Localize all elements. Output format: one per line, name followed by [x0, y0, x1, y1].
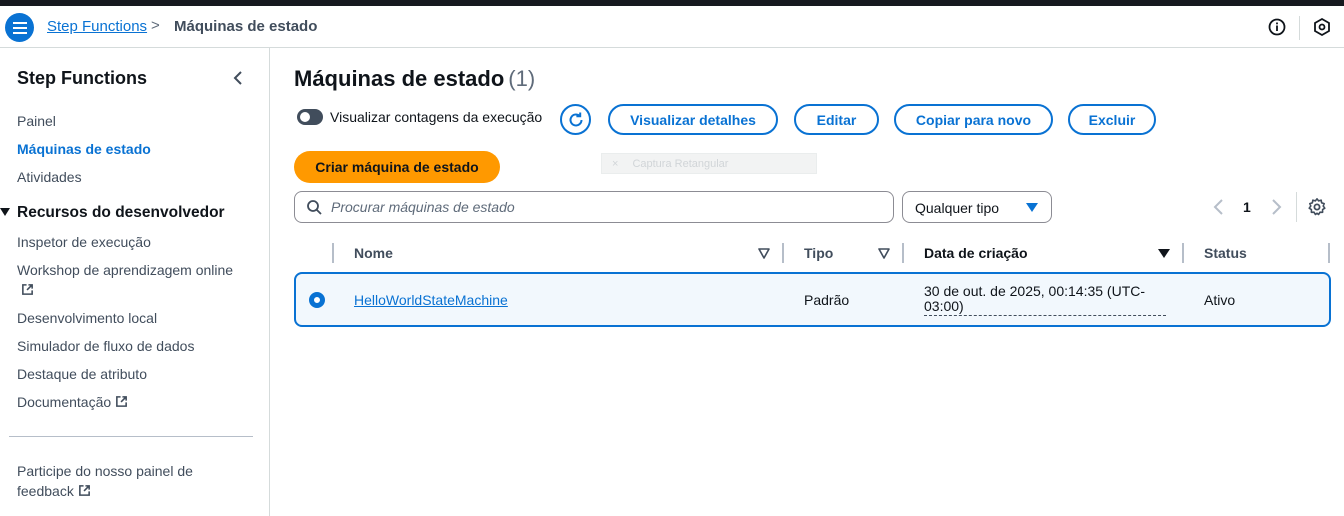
sidebar-item-desenvolvimento-local[interactable]: Desenvolvimento local — [17, 310, 157, 326]
menu-icon — [12, 21, 27, 34]
refresh-button[interactable] — [560, 104, 591, 135]
type-filter-select[interactable]: Qualquer tipo — [902, 191, 1052, 223]
sidebar-item-simulador[interactable]: Simulador de fluxo de dados — [17, 338, 194, 354]
sidebar-section-dev-resources[interactable]: Recursos do desenvolvedor — [0, 204, 225, 222]
sidebar-item-maquinas-de-estado[interactable]: Máquinas de estado — [17, 141, 151, 157]
refresh-icon — [569, 112, 582, 126]
pagination-divider — [1296, 192, 1297, 222]
creation-date-line2: 03:00) — [924, 298, 964, 314]
create-state-machine-button[interactable]: Criar máquina de estado — [294, 151, 500, 183]
column-divider — [1182, 243, 1184, 263]
search-field[interactable] — [294, 191, 894, 223]
gear-icon[interactable] — [1307, 197, 1327, 217]
header: Step Functions > Máquinas de estado — [0, 6, 1344, 48]
view-details-button[interactable]: Visualizar detalhes — [608, 104, 778, 135]
sidebar-item-destaque-atributo[interactable]: Destaque de atributo — [17, 366, 147, 382]
external-link-icon[interactable] — [21, 283, 34, 296]
status-text: Ativo — [1204, 292, 1236, 308]
delete-button[interactable]: Excluir — [1068, 104, 1156, 135]
execution-counts-toggle[interactable] — [297, 109, 323, 125]
sidebar-title: Step Functions — [17, 68, 147, 88]
sort-descending-icon[interactable] — [1158, 249, 1170, 258]
sidebar-feedback-link[interactable]: feedback — [17, 483, 91, 499]
breadcrumb-step-functions[interactable]: Step Functions — [47, 18, 147, 35]
column-header-type[interactable]: Tipo — [804, 245, 833, 261]
breadcrumb-separator: > — [151, 17, 160, 34]
breadcrumb-current: Máquinas de estado — [174, 18, 318, 35]
screen-capture-label: Captura Retangular — [632, 157, 729, 170]
edit-button[interactable]: Editar — [794, 104, 879, 135]
column-divider — [782, 243, 784, 263]
sidebar-section-label: Recursos do desenvolvedor — [17, 204, 225, 221]
creation-date: 30 de out. de 2025, 00:14:35 (UTC- 03:00… — [924, 284, 1166, 316]
pagination-current-page[interactable]: 1 — [1243, 199, 1251, 215]
sidebar-item-documentacao-label: Documentação — [17, 394, 112, 410]
menu-button[interactable] — [5, 13, 34, 42]
creation-date-line1: 30 de out. de 2025, 00:14:35 (UTC- — [924, 283, 1146, 299]
screen-capture-overlay: × Captura Retangular — [601, 153, 817, 174]
caret-down-icon — [0, 207, 10, 216]
state-machine-type: Padrão — [804, 292, 850, 308]
sidebar: Step Functions Painel Máquinas de estado… — [0, 48, 270, 516]
column-divider — [1328, 243, 1330, 263]
sidebar-item-workshop[interactable]: Workshop de aprendizagem online — [17, 262, 233, 278]
info-icon[interactable] — [1267, 17, 1287, 37]
sidebar-feedback-line2: feedback — [17, 483, 74, 499]
header-divider — [1299, 16, 1300, 40]
chevron-left-icon[interactable] — [1211, 198, 1227, 216]
page-title-count: (1) — [508, 66, 536, 91]
column-header-created[interactable]: Data de criação — [924, 245, 1028, 261]
sidebar-divider — [9, 436, 253, 437]
search-input[interactable] — [331, 197, 881, 217]
sidebar-item-inspetor-execucao[interactable]: Inspetor de execução — [17, 234, 151, 250]
execution-counts-label: Visualizar contagens da execução — [330, 109, 543, 125]
chevron-right-icon[interactable] — [1268, 198, 1284, 216]
sort-icon[interactable] — [758, 248, 770, 259]
notifications-hex-icon[interactable] — [1312, 17, 1332, 37]
sidebar-item-documentacao[interactable]: Documentação — [17, 394, 128, 410]
sidebar-item-painel[interactable]: Painel — [17, 113, 56, 129]
column-divider — [902, 243, 904, 263]
sidebar-item-atividades[interactable]: Atividades — [17, 169, 82, 185]
type-filter-value: Qualquer tipo — [915, 200, 1000, 216]
sort-icon[interactable] — [878, 248, 890, 259]
copy-to-new-button[interactable]: Copiar para novo — [894, 104, 1053, 135]
page-title-text: Máquinas de estado — [294, 66, 505, 91]
page-title: Máquinas de estado (1) — [294, 66, 535, 92]
column-header-status[interactable]: Status — [1204, 245, 1247, 261]
chevron-left-icon[interactable] — [230, 69, 248, 87]
column-header-name[interactable]: Nome — [354, 245, 393, 261]
external-link-icon — [78, 485, 90, 496]
column-divider — [332, 243, 334, 263]
search-icon — [307, 200, 322, 215]
sidebar-feedback-line1[interactable]: Participe do nosso painel de — [17, 463, 193, 479]
table-row[interactable]: HelloWorldStateMachine Padrão 30 de out.… — [294, 272, 1331, 327]
caret-down-icon — [1026, 203, 1038, 212]
close-icon: × — [612, 157, 619, 170]
external-link-icon — [116, 396, 128, 407]
state-machine-name-link[interactable]: HelloWorldStateMachine — [354, 292, 508, 308]
row-select-radio[interactable] — [309, 292, 325, 308]
toggle-knob — [300, 112, 310, 122]
